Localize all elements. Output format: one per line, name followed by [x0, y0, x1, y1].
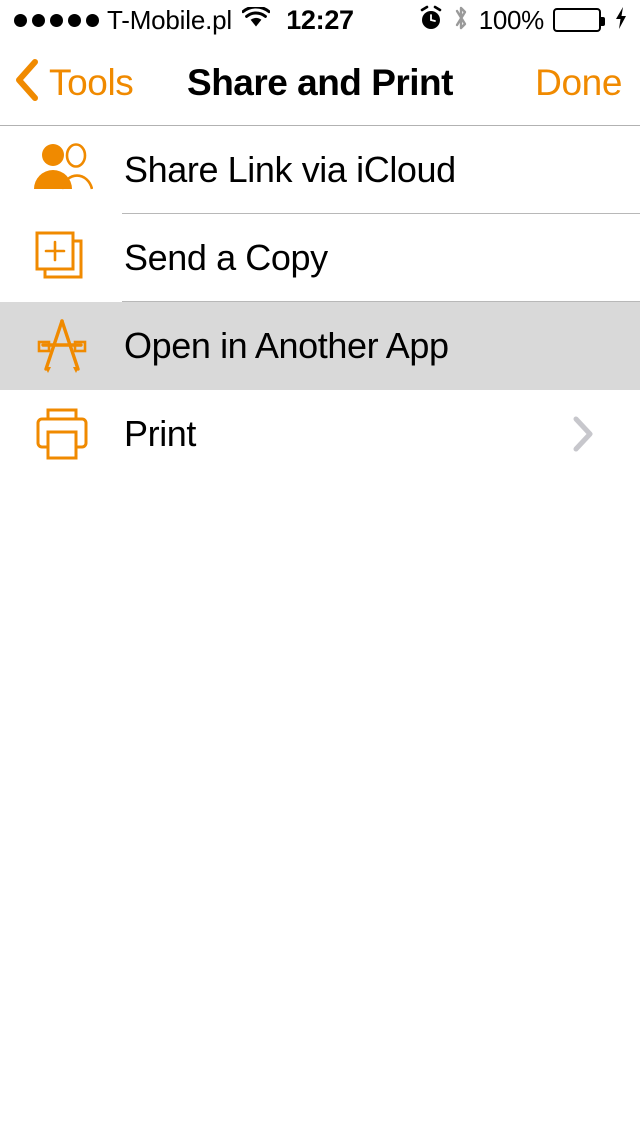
- list-item-label: Share Link via iCloud: [124, 149, 456, 190]
- list-item-print[interactable]: Print: [0, 390, 640, 478]
- two-people-icon: [0, 126, 124, 214]
- copy-plus-icon: [0, 214, 124, 302]
- share-and-print-list: Share Link via iCloud Send a Copy Open i…: [0, 126, 640, 478]
- battery-icon: [553, 8, 605, 32]
- status-bar-right: 100%: [419, 0, 628, 40]
- list-item-open-in-another-app[interactable]: Open in Another App: [0, 302, 640, 390]
- chevron-right-icon: [570, 390, 640, 478]
- done-button[interactable]: Done: [535, 40, 622, 125]
- list-item-label: Print: [124, 413, 197, 454]
- alarm-clock-icon: [419, 5, 443, 36]
- lightning-bolt-icon: [614, 6, 628, 35]
- list-item-send-a-copy[interactable]: Send a Copy: [0, 214, 640, 302]
- app-store-icon: [0, 302, 124, 390]
- status-bar: T-Mobile.pl 12:27 100%: [0, 0, 640, 40]
- list-item-label: Send a Copy: [124, 237, 328, 278]
- navigation-bar: Tools Share and Print Done: [0, 40, 640, 126]
- list-item-share-link-via-icloud[interactable]: Share Link via iCloud: [0, 126, 640, 214]
- battery-percentage: 100%: [478, 4, 545, 35]
- list-item-label: Open in Another App: [124, 325, 449, 366]
- printer-icon: [0, 390, 124, 478]
- bluetooth-icon: [452, 4, 470, 37]
